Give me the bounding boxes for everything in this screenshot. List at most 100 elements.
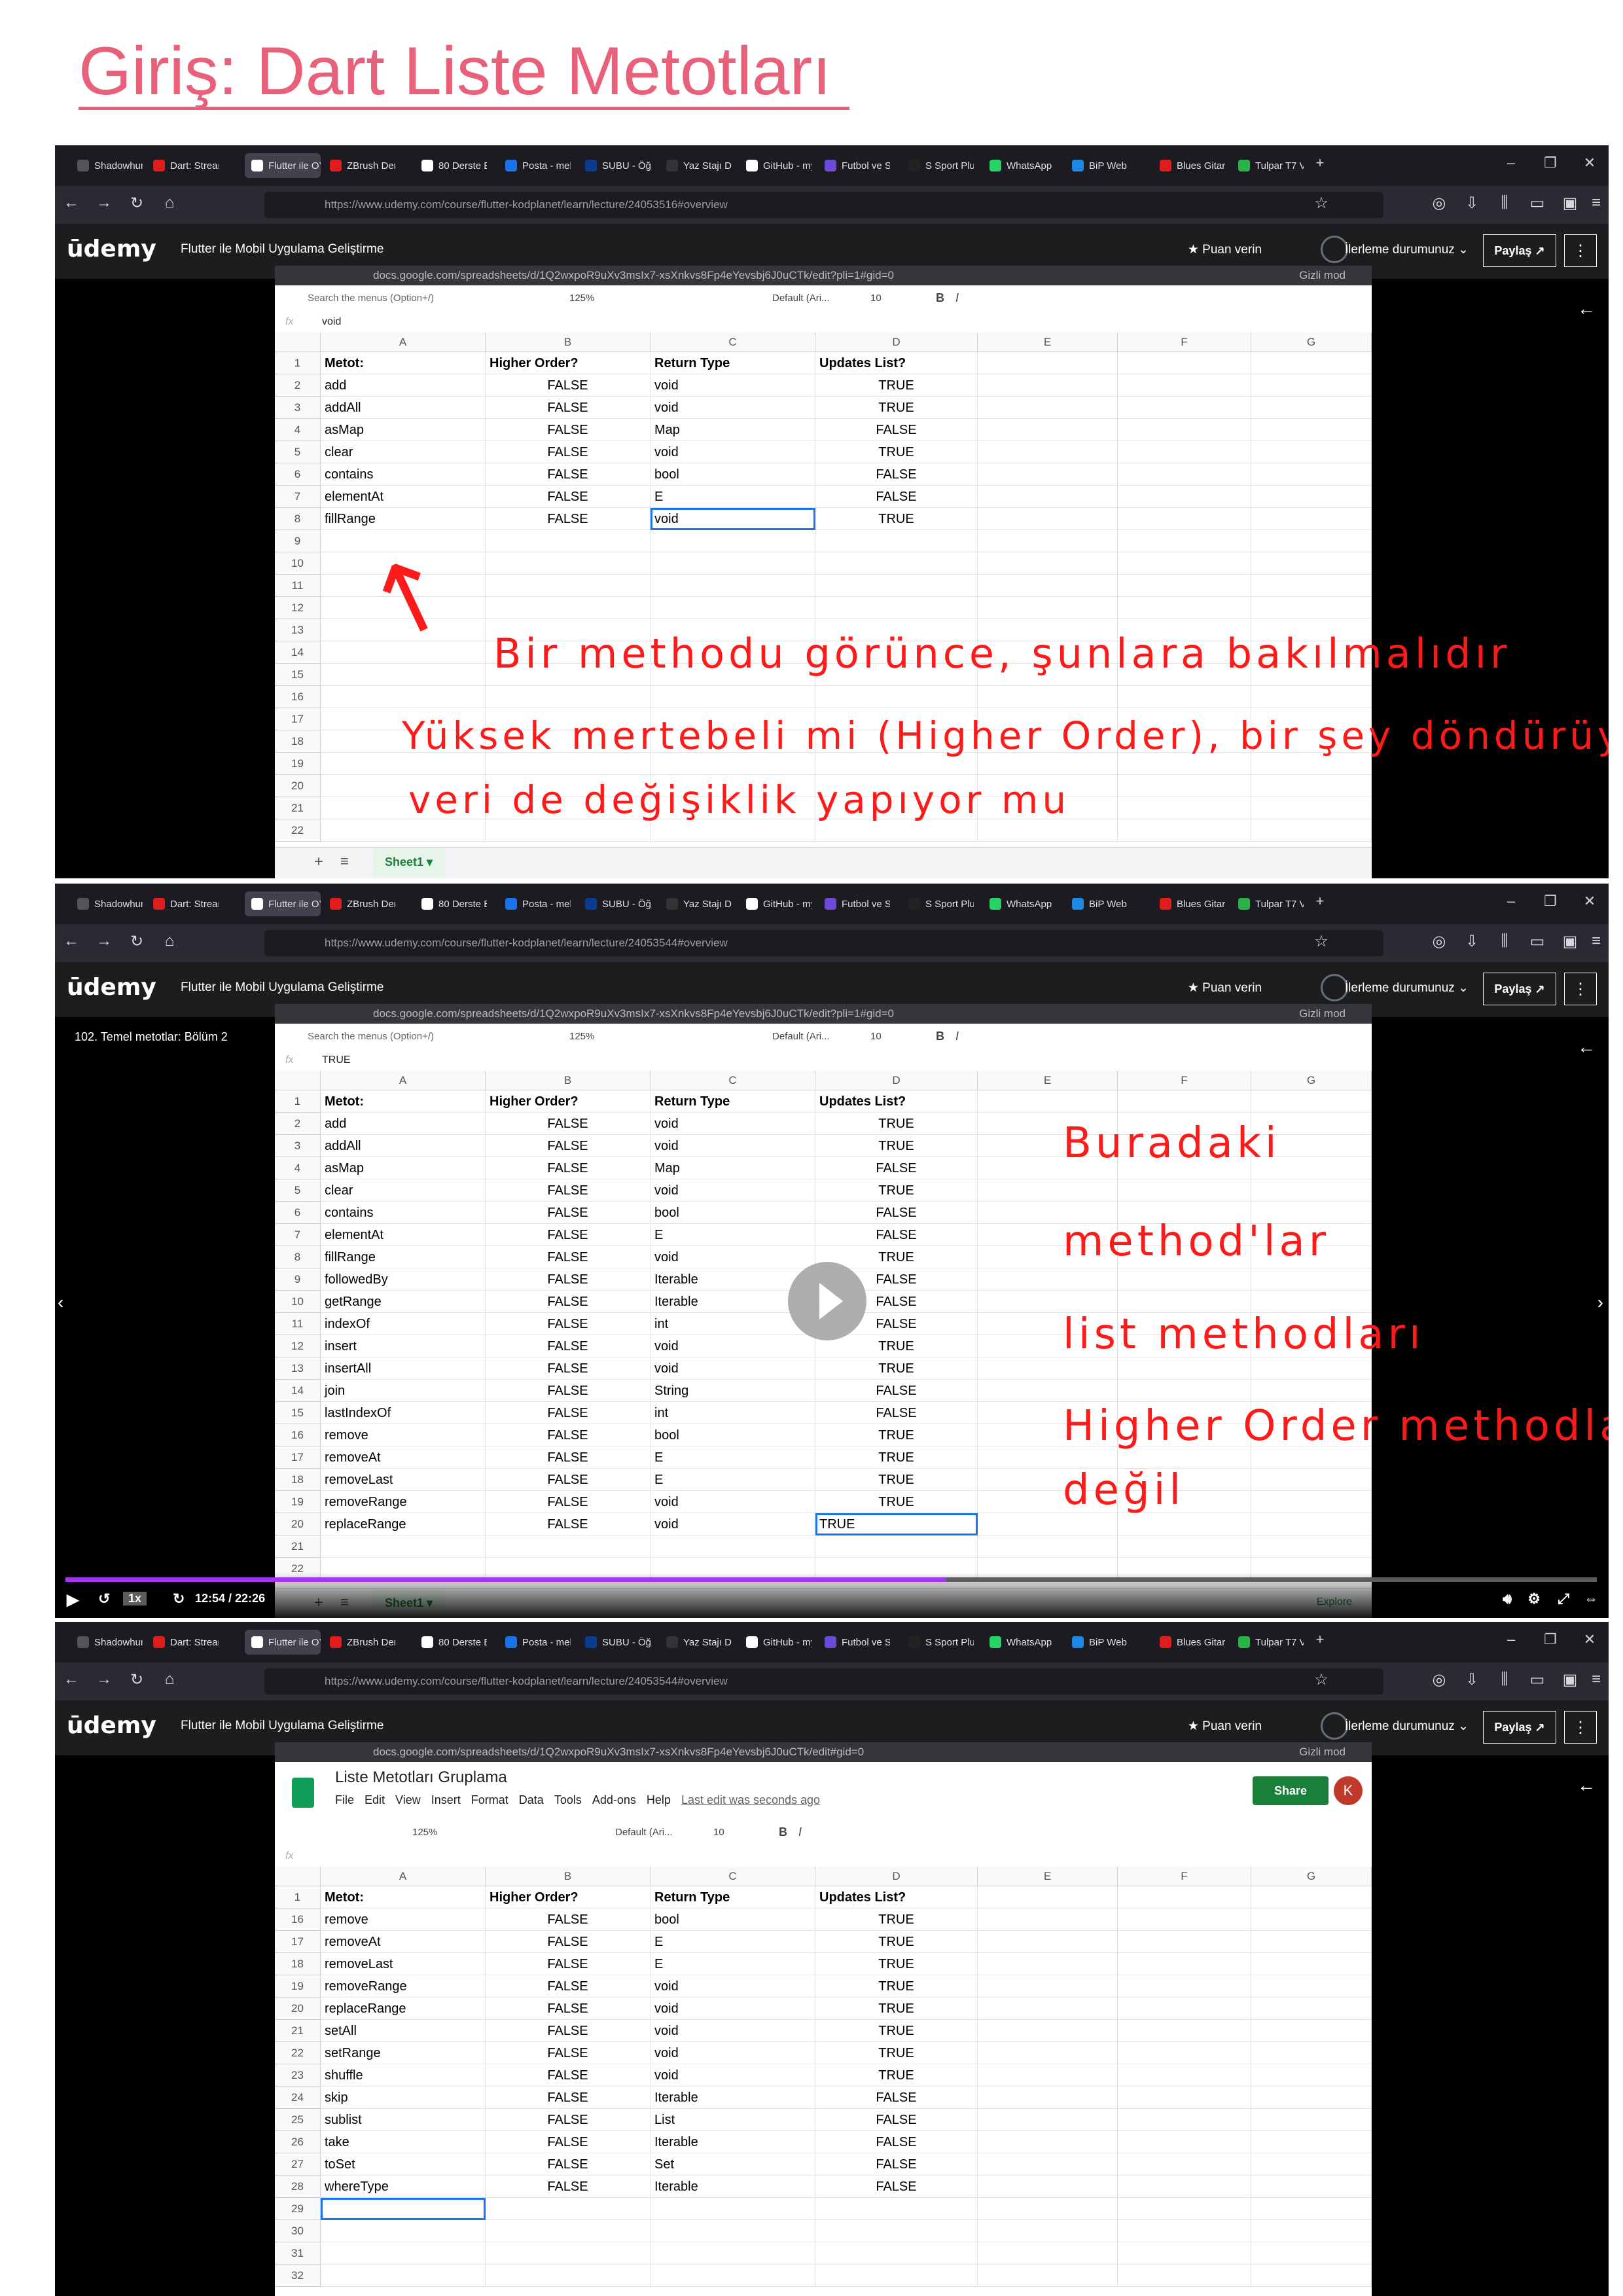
- table-cell[interactable]: [1118, 797, 1251, 819]
- table-cell[interactable]: [1251, 2220, 1372, 2242]
- row-header[interactable]: 25: [275, 2109, 321, 2131]
- table-cell[interactable]: elementAt: [321, 1224, 486, 1246]
- table-cell[interactable]: insert: [321, 1335, 486, 1357]
- table-cell[interactable]: FALSE: [486, 486, 651, 508]
- browser-tab[interactable]: ZBrush Ders: [330, 153, 395, 178]
- corner-cell[interactable]: [275, 332, 321, 352]
- course-title[interactable]: Flutter ile Mobil Uygulama Geliştirme: [181, 980, 383, 995]
- row-header[interactable]: 3: [275, 1135, 321, 1157]
- table-cell[interactable]: add: [321, 1113, 486, 1135]
- progress-dropdown[interactable]: İlerleme durumunuz ⌄: [1345, 242, 1469, 257]
- font-select[interactable]: Default (Ari...: [615, 1827, 673, 1838]
- row-header[interactable]: 20: [275, 1998, 321, 2020]
- table-cell[interactable]: [1118, 1909, 1251, 1931]
- table-cell[interactable]: TRUE: [815, 1998, 978, 2020]
- table-cell[interactable]: TRUE: [815, 1513, 978, 1535]
- download-icon[interactable]: ⇩: [1462, 194, 1482, 213]
- menu-icon[interactable]: ≡: [1586, 194, 1606, 212]
- table-cell[interactable]: bool: [651, 1909, 815, 1931]
- table-cell[interactable]: FALSE: [486, 1931, 651, 1953]
- minimize-icon[interactable]: –: [1501, 1631, 1521, 1648]
- table-cell[interactable]: FALSE: [486, 1224, 651, 1246]
- column-header[interactable]: E: [978, 332, 1118, 352]
- table-cell[interactable]: [978, 2042, 1118, 2064]
- row-header[interactable]: 9: [275, 530, 321, 552]
- table-cell[interactable]: [1251, 1998, 1372, 2020]
- table-cell[interactable]: addAll: [321, 1135, 486, 1157]
- table-cell[interactable]: [1118, 2109, 1251, 2131]
- table-cell[interactable]: [1251, 1268, 1372, 1291]
- row-header[interactable]: 14: [275, 1380, 321, 1402]
- table-cell[interactable]: [1118, 1513, 1251, 1535]
- table-cell[interactable]: [815, 2242, 978, 2265]
- column-header[interactable]: G: [1251, 1867, 1372, 1886]
- table-cell[interactable]: [651, 686, 815, 708]
- table-cell[interactable]: [1118, 819, 1251, 842]
- table-cell[interactable]: [815, 552, 978, 575]
- empty-cell[interactable]: [1118, 1090, 1251, 1113]
- table-cell[interactable]: getRange: [321, 1291, 486, 1313]
- row-header[interactable]: 15: [275, 664, 321, 686]
- empty-cell[interactable]: [1251, 1886, 1372, 1909]
- menu-item[interactable]: Tools: [554, 1793, 582, 1807]
- table-cell[interactable]: String: [651, 1380, 815, 1402]
- table-cell[interactable]: [1118, 2265, 1251, 2287]
- table-cell[interactable]: void: [651, 441, 815, 463]
- row-header[interactable]: 8: [275, 508, 321, 530]
- table-cell[interactable]: void: [651, 2042, 815, 2064]
- row-header[interactable]: 28: [275, 2176, 321, 2198]
- table-cell[interactable]: [1118, 486, 1251, 508]
- table-cell[interactable]: FALSE: [486, 1380, 651, 1402]
- table-cell[interactable]: asMap: [321, 1157, 486, 1179]
- share-button[interactable]: Paylaş ↗: [1483, 234, 1556, 267]
- table-cell[interactable]: removeRange: [321, 1975, 486, 1998]
- table-cell[interactable]: [1251, 2176, 1372, 2198]
- table-cell[interactable]: FALSE: [486, 463, 651, 486]
- reload-icon[interactable]: ↻: [127, 932, 147, 951]
- table-cell[interactable]: FALSE: [486, 1268, 651, 1291]
- table-cell[interactable]: [978, 1380, 1118, 1402]
- table-cell[interactable]: [978, 2020, 1118, 2042]
- table-cell[interactable]: FALSE: [486, 1975, 651, 1998]
- browser-tab[interactable]: BiP Web: [1072, 153, 1137, 178]
- table-cell[interactable]: FALSE: [486, 2109, 651, 2131]
- volume-icon[interactable]: 🔊︎: [1503, 1590, 1512, 1607]
- course-title[interactable]: Flutter ile Mobil Uygulama Geliştirme: [181, 1719, 383, 1733]
- table-cell[interactable]: E: [651, 1953, 815, 1975]
- back-icon[interactable]: ←: [62, 932, 81, 950]
- table-cell[interactable]: removeLast: [321, 1469, 486, 1491]
- browser-tab[interactable]: Blues Gitar D: [1160, 1630, 1225, 1655]
- table-cell[interactable]: [1118, 2020, 1251, 2042]
- trophy-icon[interactable]: [1321, 974, 1348, 1001]
- table-cell[interactable]: [1118, 1380, 1251, 1402]
- table-cell[interactable]: [978, 1953, 1118, 1975]
- table-cell[interactable]: TRUE: [815, 1491, 978, 1513]
- table-cell[interactable]: TRUE: [815, 1113, 978, 1135]
- font-size-select[interactable]: 10: [713, 1827, 724, 1838]
- table-cell[interactable]: [486, 2265, 651, 2287]
- row-header[interactable]: 10: [275, 1291, 321, 1313]
- table-cell[interactable]: [486, 552, 651, 575]
- table-cell[interactable]: [486, 1535, 651, 1558]
- table-cell[interactable]: TRUE: [815, 2064, 978, 2087]
- header-cell[interactable]: Updates List?: [815, 1090, 978, 1113]
- table-cell[interactable]: [321, 2265, 486, 2287]
- table-cell[interactable]: [1118, 552, 1251, 575]
- table-cell[interactable]: [486, 530, 651, 552]
- udemy-logo[interactable]: ūdemy: [67, 974, 156, 1001]
- next-arrow-icon[interactable]: ›: [1597, 1292, 1603, 1313]
- table-cell[interactable]: FALSE: [486, 441, 651, 463]
- restore-icon[interactable]: ❐: [1541, 154, 1560, 171]
- table-cell[interactable]: [1251, 2198, 1372, 2220]
- forward-icon[interactable]: →: [94, 1670, 114, 1689]
- browser-tab[interactable]: WhatsApp: [990, 891, 1055, 916]
- table-cell[interactable]: [978, 1357, 1118, 1380]
- table-cell[interactable]: [651, 2265, 815, 2287]
- browser-tab[interactable]: Dart: Stream: [153, 1630, 219, 1655]
- table-cell[interactable]: [815, 575, 978, 597]
- row-header[interactable]: 20: [275, 1513, 321, 1535]
- table-cell[interactable]: join: [321, 1380, 486, 1402]
- table-cell[interactable]: [978, 508, 1118, 530]
- browser-tab[interactable]: Dart: Stream: [153, 153, 219, 178]
- trophy-icon[interactable]: [1321, 1712, 1348, 1740]
